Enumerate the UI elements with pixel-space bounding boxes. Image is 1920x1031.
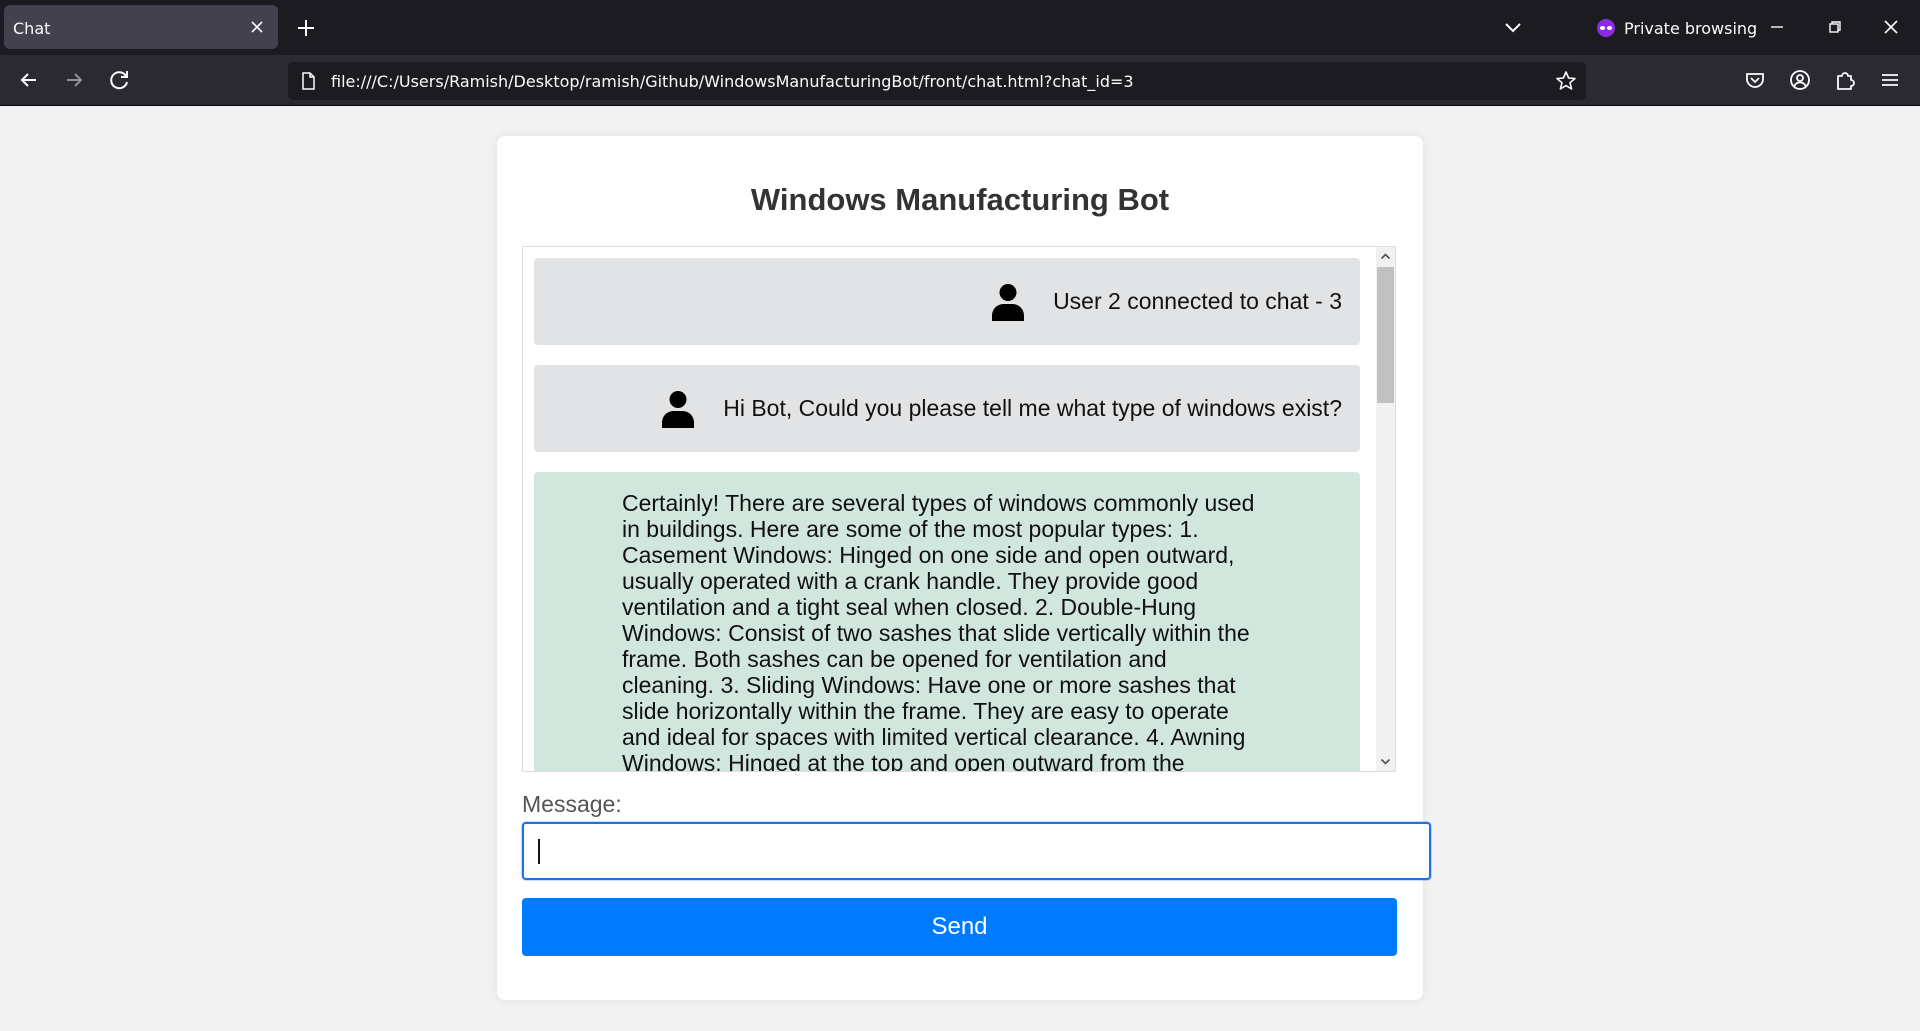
extensions-icon[interactable] (1832, 67, 1858, 93)
browser-nav-bar: file:///C:/Users/Ramish/Desktop/ramish/G… (0, 55, 1920, 106)
forward-icon[interactable] (61, 67, 87, 93)
message-text: Hi Bot, Could you please tell me what ty… (723, 395, 1342, 421)
plus-icon[interactable] (294, 16, 318, 40)
chat-container: Windows Manufacturing Bot User 2 connect… (497, 136, 1431, 1000)
star-icon[interactable] (1554, 69, 1578, 93)
page-icon (302, 72, 315, 90)
message-user: Hi Bot, Could you please tell me what ty… (534, 365, 1360, 452)
scroll-down-arrow-icon[interactable] (1380, 756, 1391, 767)
account-icon[interactable] (1787, 67, 1813, 93)
chat-scrollbar[interactable] (1376, 247, 1395, 771)
person-icon (992, 283, 1025, 321)
chat-log[interactable]: User 2 connected to chat - 3 Hi Bot, Cou… (522, 246, 1396, 772)
private-browsing-label: Private browsing (1624, 18, 1758, 38)
message-bot: Certainly! There are several types of wi… (534, 472, 1360, 771)
page-title: Windows Manufacturing Bot (750, 182, 1170, 217)
send-button[interactable]: Send (522, 898, 1397, 956)
scroll-up-arrow-icon[interactable] (1380, 251, 1391, 262)
close-window-icon[interactable] (1878, 14, 1904, 40)
message-text: User 2 connected to chat - 3 (1053, 288, 1342, 314)
url-text[interactable]: file:///C:/Users/Ramish/Desktop/ramish/G… (331, 72, 1134, 91)
url-bar[interactable]: file:///C:/Users/Ramish/Desktop/ramish/G… (288, 62, 1586, 100)
menu-icon[interactable] (1877, 67, 1903, 93)
message-input[interactable] (522, 822, 1431, 880)
private-browsing-indicator: Private browsing (1596, 16, 1757, 40)
back-icon[interactable] (16, 67, 42, 93)
chevron-down-icon[interactable] (1502, 16, 1524, 38)
pocket-icon[interactable] (1742, 67, 1768, 93)
text-caret (538, 839, 540, 864)
message-label: Message: (522, 791, 622, 817)
minimize-icon[interactable] (1764, 14, 1790, 40)
browser-tab[interactable]: Chat (4, 5, 278, 49)
bot-message-text: Certainly! There are several types of wi… (622, 490, 1255, 771)
message-list: User 2 connected to chat - 3 Hi Bot, Cou… (523, 247, 1376, 771)
restore-icon[interactable] (1822, 14, 1848, 40)
tab-title: Chat (13, 19, 51, 38)
scrollbar-thumb[interactable] (1377, 267, 1394, 403)
person-icon (662, 390, 695, 428)
browser-tab-bar: Chat Private browsing (0, 0, 1920, 55)
private-mask-icon (1597, 19, 1615, 37)
message-system: User 2 connected to chat - 3 (534, 258, 1360, 345)
close-icon[interactable] (246, 16, 268, 38)
page-content: Windows Manufacturing Bot User 2 connect… (0, 106, 1920, 1031)
reload-icon[interactable] (107, 67, 133, 93)
